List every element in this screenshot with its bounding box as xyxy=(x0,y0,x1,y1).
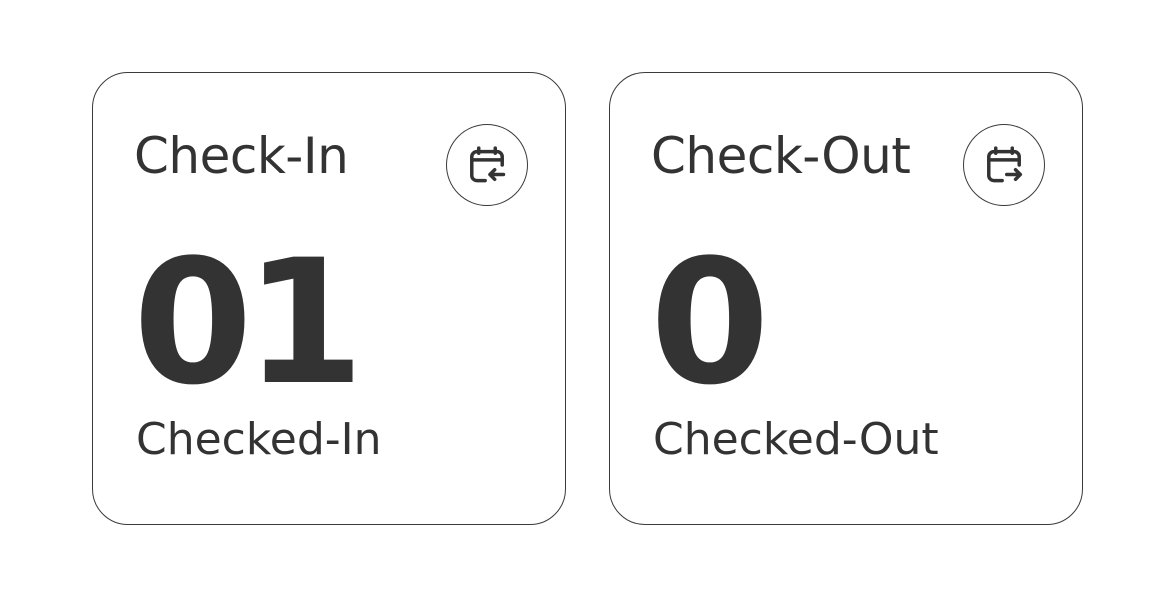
checkout-icon-button[interactable] xyxy=(963,124,1045,206)
checkin-icon-button[interactable] xyxy=(446,124,528,206)
checkin-title: Check-In xyxy=(134,127,349,185)
checkin-count: 01 xyxy=(133,222,364,423)
checkout-card[interactable]: Check-Out 0 Checked-Out xyxy=(609,72,1083,525)
checkout-subtitle: Checked-Out xyxy=(653,414,939,465)
checkin-card[interactable]: Check-In 01 Checked-In xyxy=(92,72,566,525)
calendar-checkout-icon xyxy=(987,146,1023,183)
calendar-checkin-icon xyxy=(470,146,506,183)
checkin-subtitle: Checked-In xyxy=(136,414,382,465)
checkout-title: Check-Out xyxy=(651,127,911,185)
checkout-count: 0 xyxy=(650,222,770,423)
